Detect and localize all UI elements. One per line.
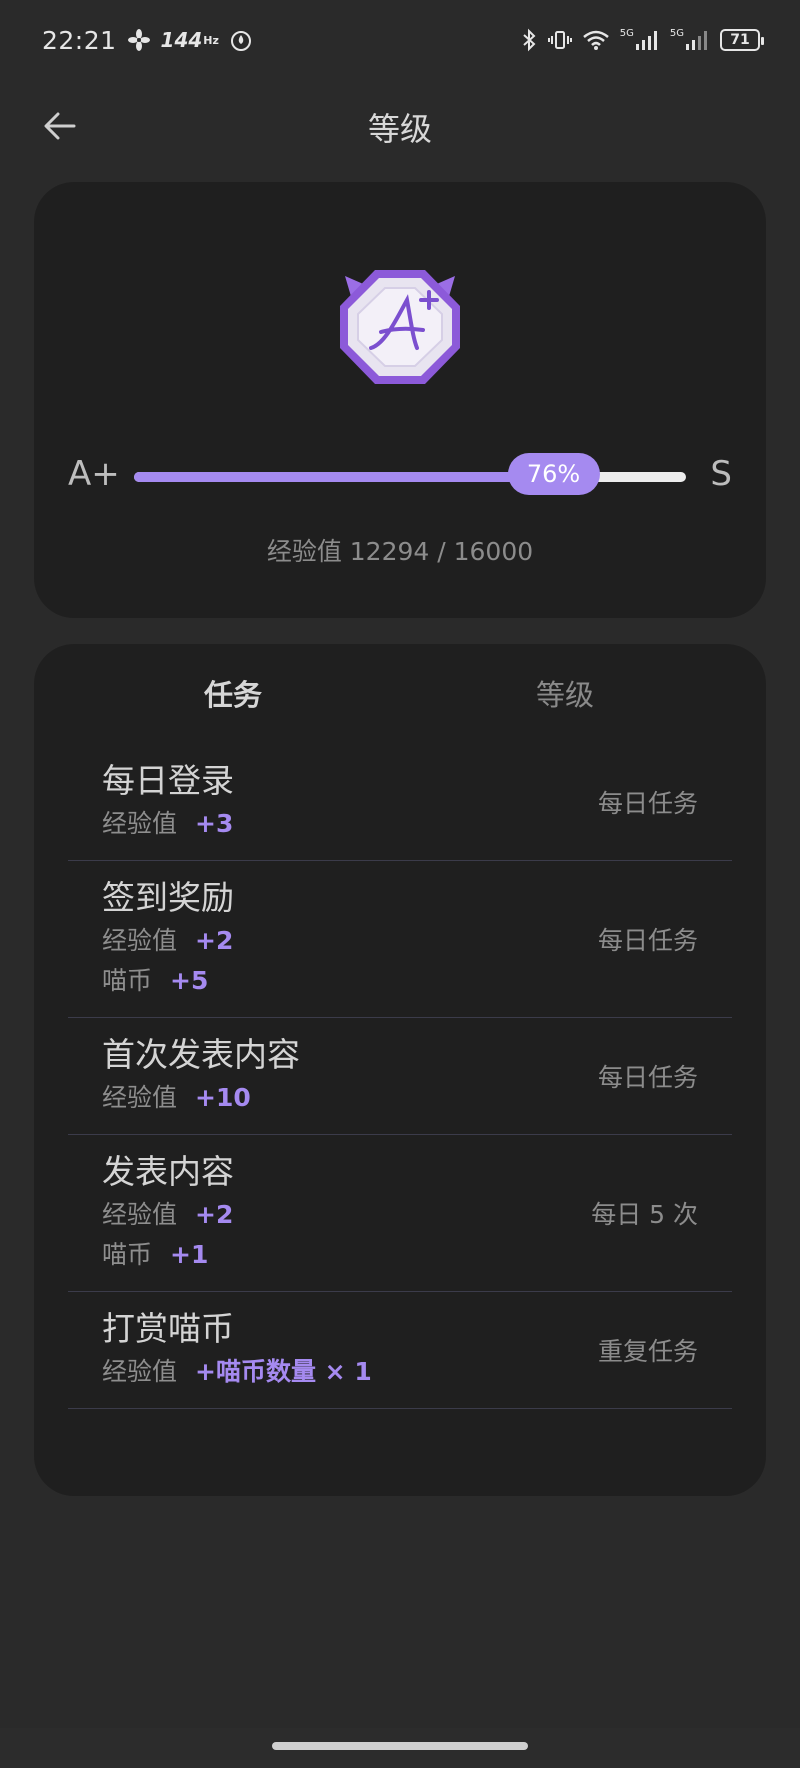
- network-type-b: 5G: [669, 28, 684, 39]
- task-item: 打赏喵币 经验值 +喵币数量 × 1 重复任务: [68, 1292, 732, 1409]
- task-reward: 喵币 +5: [102, 961, 732, 1001]
- home-indicator[interactable]: [272, 1742, 528, 1750]
- refresh-rate-indicator: 144 Hz: [161, 28, 219, 52]
- wifi-icon: [582, 28, 610, 52]
- task-frequency: 每日任务: [597, 789, 698, 818]
- fan-icon: [127, 28, 151, 52]
- level-progress-fill: [134, 472, 554, 482]
- task-frequency: 每日任务: [597, 1063, 698, 1092]
- status-time: 22:21: [42, 25, 117, 55]
- task-frequency: 重复任务: [597, 1337, 698, 1366]
- reward-label: 经验值: [102, 1083, 178, 1112]
- task-list: 每日登录 经验值 +3 每日任务 签到奖励 经验值 +2 喵币 +5 每日任务 首次发表内容 经验值 +…: [68, 744, 732, 1409]
- status-bar-right: 5G 5G 71: [520, 28, 764, 52]
- reward-value: +10: [195, 1083, 251, 1112]
- reward-label: 喵币: [102, 1240, 153, 1269]
- task-name: 发表内容: [102, 1152, 234, 1191]
- task-name: 签到奖励: [102, 878, 234, 917]
- next-level-label: S: [710, 454, 732, 494]
- refresh-rate-value: 144: [160, 28, 203, 52]
- tab-levels[interactable]: 等级: [536, 672, 594, 714]
- tab-tasks[interactable]: 任务: [204, 672, 262, 714]
- app-bar: 等级: [0, 84, 800, 168]
- reward-value: +1: [170, 1240, 209, 1269]
- level-card: A+ 76% S 经验值 12294 / 16000: [34, 182, 766, 618]
- experience-text: 经验值 12294 / 16000: [266, 537, 534, 566]
- battery-icon: 71: [720, 29, 764, 51]
- status-bar: 22:21 144 Hz 5G 5G 71: [0, 0, 800, 80]
- reward-value: +喵币数量 × 1: [195, 1357, 372, 1386]
- level-badge-icon: [325, 248, 475, 398]
- task-item: 每日登录 经验值 +3 每日任务: [68, 744, 732, 861]
- cellular-signal-icon-2: 5G: [670, 28, 710, 52]
- task-item: 签到奖励经验值 +2 喵币 +5 每日任务: [68, 861, 732, 1018]
- reward-value: +2: [195, 926, 234, 955]
- status-bar-left: 22:21 144 Hz: [42, 26, 253, 55]
- battery-level: 71: [730, 32, 750, 48]
- network-type-a: 5G: [619, 28, 634, 39]
- water-drop-icon: [229, 28, 253, 52]
- reward-value: +5: [170, 966, 209, 995]
- reward-label: 经验值: [102, 1357, 178, 1386]
- reward-label: 经验值: [102, 1200, 178, 1229]
- reward-label: 经验值: [102, 926, 178, 955]
- page-title: 等级: [367, 110, 432, 148]
- task-item: 发表内容经验值 +2 喵币 +1 每日 5 次: [68, 1135, 732, 1292]
- refresh-rate-unit: Hz: [203, 33, 219, 47]
- cellular-signal-icon: 5G: [620, 28, 660, 52]
- task-frequency: 每日任务: [597, 926, 698, 955]
- bluetooth-icon: [520, 28, 538, 52]
- tab-bar: 任务 等级: [34, 672, 766, 728]
- level-progress-label: 76%: [526, 460, 581, 488]
- task-reward: 喵币 +1: [102, 1235, 732, 1275]
- level-progress-badge: 76%: [507, 453, 600, 495]
- vibrate-icon: [547, 28, 572, 52]
- task-item: 首次发表内容 经验值 +10 每日任务: [68, 1018, 732, 1135]
- tasks-card: 任务 等级 每日登录 经验值 +3 每日任务 签到奖励 经验值 +2 喵币 +5 每日任务 首次发表…: [34, 644, 766, 1496]
- reward-value: +3: [195, 809, 234, 838]
- reward-label: 喵币: [102, 966, 153, 995]
- task-frequency: 每日 5 次: [591, 1200, 698, 1229]
- reward-value: +2: [195, 1200, 234, 1229]
- reward-label: 经验值: [102, 809, 178, 838]
- current-level-label: A+: [68, 454, 120, 494]
- level-progress-bar: 76%: [134, 453, 686, 495]
